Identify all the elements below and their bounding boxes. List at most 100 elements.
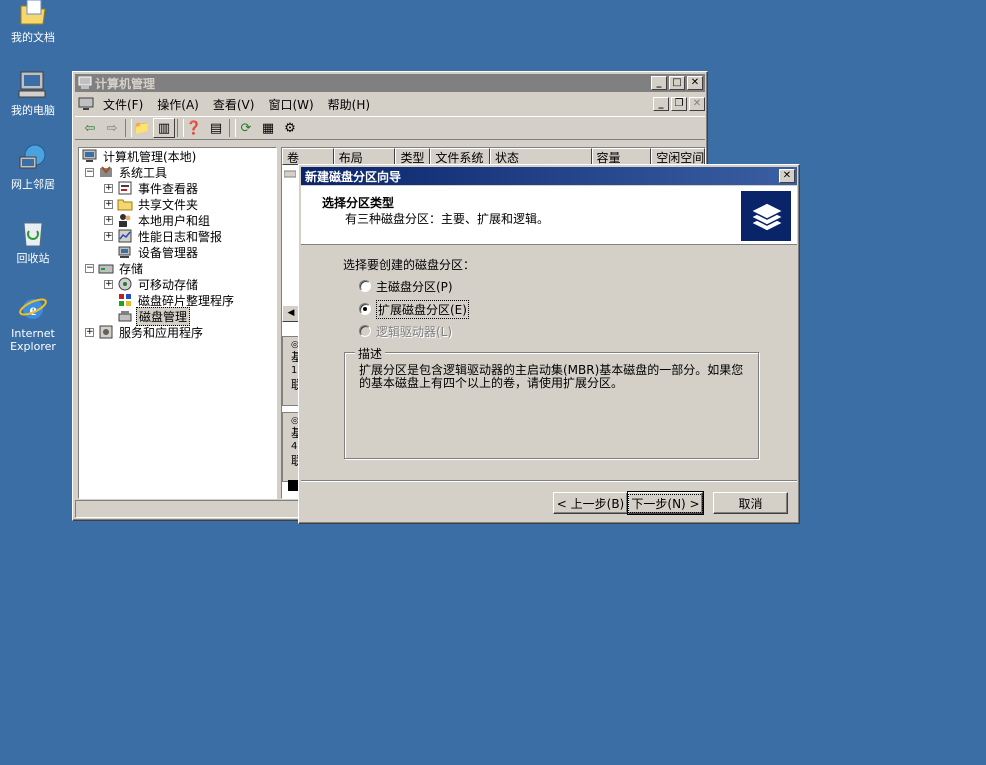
system-tools-icon: [100, 166, 112, 177]
network-places-icon: [19, 144, 46, 169]
wizard-separator: [301, 480, 797, 482]
disk-stack-icon: [741, 191, 791, 241]
tree-node-services-apps[interactable]: + 服务和应用程序: [85, 324, 205, 340]
menu-help[interactable]: 帮助(H): [321, 96, 377, 113]
description-group-title: 描述: [355, 345, 386, 362]
settings-icon[interactable]: ⚙: [279, 118, 301, 138]
tree-node-perf-logs[interactable]: + 性能日志和警报: [104, 228, 224, 244]
tree-node-disk-management[interactable]: 磁盘管理: [117, 306, 191, 326]
menu-view[interactable]: 查看(V): [206, 96, 262, 113]
volume-row-icon: [283, 168, 297, 178]
console-tree[interactable]: 计算机管理(本地) − 系统工具 + 事件查看器 + 共享文件夹 + 本地用户和…: [78, 147, 277, 499]
radio-extended-partition[interactable]: 扩展磁盘分区(E): [359, 299, 469, 319]
radio-primary-partition[interactable]: 主磁盘分区(P): [359, 277, 453, 295]
desktop-icon-label: Internet Explorer: [10, 327, 56, 353]
collapse-toggle[interactable]: −: [85, 167, 94, 177]
cm-menubar: 文件(F) 操作(A) 查看(V) 窗口(W) 帮助(H) _ ❐ ✕: [75, 94, 705, 114]
wizard-close-button[interactable]: ✕: [779, 169, 795, 183]
desktop-icon-label: 我的文档: [11, 31, 55, 44]
radio-circle[interactable]: [359, 280, 371, 292]
desktop-icon-my-documents[interactable]: 我的文档: [0, 0, 68, 44]
expand-toggle[interactable]: +: [104, 199, 113, 209]
back-arrow-icon[interactable]: ⇦: [79, 118, 101, 138]
show-tree-icon[interactable]: ▥: [153, 118, 175, 138]
column-header-free-space[interactable]: 空闲空间: [651, 148, 705, 165]
menu-file[interactable]: 文件(F): [96, 96, 150, 113]
up-folder-icon[interactable]: 📁: [131, 118, 153, 138]
radio-circle-disabled: [359, 325, 371, 337]
defrag-icon: [119, 294, 131, 306]
removable-storage-icon: [118, 277, 132, 291]
radio-logical-drive: 逻辑驱动器(L): [359, 322, 452, 340]
desktop-icon-internet-explorer[interactable]: e Internet Explorer: [0, 292, 68, 353]
column-header-type[interactable]: 类型: [395, 148, 431, 165]
desktop-icon-recycle-bin[interactable]: 回收站: [0, 217, 68, 265]
disk-management-icon: [118, 311, 132, 322]
tree-node-shared-folders[interactable]: + 共享文件夹: [104, 196, 200, 212]
menu-window[interactable]: 窗口(W): [261, 96, 320, 113]
cm-titlebar[interactable]: 计算机管理 _ □ ✕: [75, 74, 705, 92]
partition-prompt: 选择要创建的磁盘分区：: [343, 258, 476, 272]
desktop-icon-my-computer[interactable]: 我的电脑: [0, 69, 68, 117]
child-restore-button[interactable]: ❐: [671, 97, 687, 111]
column-header-capacity[interactable]: 容量: [591, 148, 652, 165]
tree-node-storage[interactable]: − 存储: [85, 260, 145, 276]
wizard-step-subtitle: 有三种磁盘分区：主要、扩展和逻辑。: [345, 212, 550, 226]
my-documents-icon: [20, 0, 46, 25]
cancel-button[interactable]: 取消: [713, 492, 788, 514]
desktop-icon-label: 网上邻居: [11, 178, 55, 191]
column-header-layout[interactable]: 布局: [333, 148, 396, 165]
minimize-button[interactable]: _: [651, 76, 667, 90]
device-manager-icon: [118, 246, 131, 258]
performance-logs-icon: [118, 229, 132, 243]
tree-node-root[interactable]: 计算机管理(本地): [82, 148, 198, 164]
users-icon: [119, 214, 131, 227]
export-list-icon[interactable]: ▦: [257, 118, 279, 138]
close-button[interactable]: ✕: [687, 76, 703, 90]
tree-node-system-tools[interactable]: − 系统工具: [85, 164, 169, 180]
menu-action[interactable]: 操作(A): [150, 96, 206, 113]
properties-help-icon[interactable]: ❓: [183, 118, 205, 138]
column-header-filesystem[interactable]: 文件系统: [430, 148, 491, 165]
cm-toolbar: ⇦ ⇨ 📁 ▥ ❓ ▤ ⟳ ▦ ⚙: [75, 116, 705, 140]
my-computer-icon: [18, 71, 46, 98]
refresh-icon[interactable]: ⟳: [235, 118, 257, 138]
services-icon: [99, 325, 113, 339]
description-group: 描述 扩展分区是包含逻辑驱动器的主启动集(MBR)基本磁盘的一部分。如果您的基本…: [344, 345, 759, 459]
internet-explorer-icon: e: [19, 298, 47, 319]
desktop-icon-label: 我的电脑: [11, 104, 55, 117]
event-viewer-icon: [118, 181, 132, 195]
collapse-toggle[interactable]: −: [85, 263, 94, 273]
child-minimize-button[interactable]: _: [653, 97, 669, 111]
back-button[interactable]: < 上一步(B): [553, 492, 628, 514]
expand-toggle[interactable]: +: [104, 215, 113, 225]
new-partition-wizard-dialog[interactable]: 新建磁盘分区向导 ✕ 选择分区类型 有三种磁盘分区：主要、扩展和逻辑。 选择要创…: [298, 164, 800, 524]
radio-circle-selected[interactable]: [359, 303, 371, 315]
wizard-titlebar[interactable]: 新建磁盘分区向导 ✕: [301, 167, 797, 185]
tree-node-device-manager[interactable]: 设备管理器: [117, 244, 200, 260]
expand-toggle[interactable]: +: [104, 183, 113, 193]
forward-arrow-icon[interactable]: ⇨: [101, 118, 123, 138]
wizard-body: 选择要创建的磁盘分区： 主磁盘分区(P) 扩展磁盘分区(E) 逻辑驱动器(L) …: [301, 247, 797, 477]
desktop-icon-network-places[interactable]: 网上邻居: [0, 143, 68, 191]
wizard-step-title: 选择分区类型: [322, 196, 395, 210]
volume-list-header: 卷 布局 类型 文件系统 状态 容量 空闲空间: [282, 148, 705, 165]
recycle-bin-icon: [23, 222, 43, 247]
maximize-button[interactable]: □: [669, 76, 685, 90]
column-header-status[interactable]: 状态: [490, 148, 592, 165]
column-header-volume[interactable]: 卷: [282, 148, 334, 165]
console-icon: [78, 97, 94, 110]
shared-folder-icon: [117, 199, 133, 211]
cm-title: 计算机管理: [95, 76, 156, 91]
expand-toggle[interactable]: +: [104, 279, 113, 289]
expand-toggle[interactable]: +: [85, 327, 94, 337]
show-hide-pane-icon[interactable]: ▤: [205, 118, 227, 138]
tree-node-event-viewer[interactable]: + 事件查看器: [104, 180, 200, 196]
child-close-button[interactable]: ✕: [689, 97, 705, 111]
tree-node-local-users[interactable]: + 本地用户和组: [104, 212, 212, 228]
wizard-header: 选择分区类型 有三种磁盘分区：主要、扩展和逻辑。: [301, 186, 797, 245]
expand-toggle[interactable]: +: [104, 231, 113, 241]
next-button[interactable]: 下一步(N) >: [627, 491, 704, 515]
tree-node-removable-storage[interactable]: + 可移动存储: [104, 276, 200, 292]
computer-management-icon: [82, 149, 97, 162]
